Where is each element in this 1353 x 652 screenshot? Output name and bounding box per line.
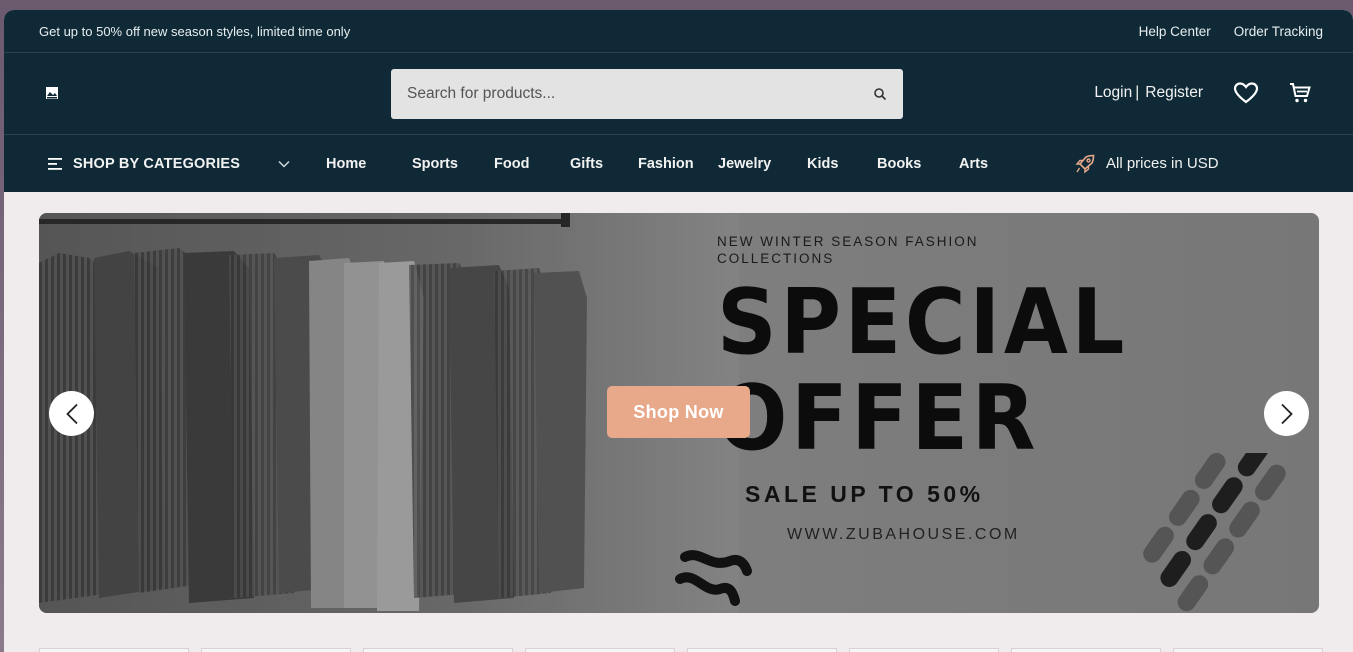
categories-label: SHOP BY CATEGORIES <box>73 155 241 172</box>
register-link[interactable]: Register <box>1145 84 1203 102</box>
banner-website: WWW.ZUBAHOUSE.COM <box>787 526 1020 543</box>
categories-dropdown[interactable]: SHOP BY CATEGORIES <box>48 135 290 192</box>
shop-now-button[interactable]: Shop Now <box>607 386 750 438</box>
chevron-down-icon <box>278 160 290 168</box>
promo-text: Get up to 50% off new season styles, lim… <box>39 23 351 39</box>
nav-links: Home Sports Food Gifts Fashion Jewelry K… <box>326 135 988 192</box>
login-link[interactable]: Login <box>1094 84 1132 102</box>
separator: | <box>1135 84 1140 101</box>
prices-text: All prices in USD <box>1106 155 1219 172</box>
nav-jewelry[interactable]: Jewelry <box>718 156 807 172</box>
search-bar <box>391 69 903 119</box>
browser-window: Get up to 50% off new season styles, lim… <box>4 10 1353 652</box>
category-card[interactable] <box>201 648 351 652</box>
carousel-prev-button[interactable] <box>49 391 94 436</box>
banner-headline-2: OFFER <box>717 366 1040 471</box>
chevron-left-icon <box>65 403 78 424</box>
banner-headline-1: SPECIAL <box>717 270 1129 375</box>
search-input[interactable] <box>407 85 873 103</box>
nav-books[interactable]: Books <box>877 156 959 172</box>
category-cards-peek <box>39 648 1323 652</box>
banner-copy: NEW WINTER SEASON FASHION COLLECTIONS SP… <box>717 233 1164 544</box>
currency-note: All prices in USD <box>1075 135 1219 192</box>
category-card[interactable] <box>1011 648 1161 652</box>
squiggle-decoration <box>675 550 752 606</box>
order-tracking-link[interactable]: Order Tracking <box>1234 24 1323 39</box>
carousel-next-button[interactable] <box>1264 391 1309 436</box>
nav-home[interactable]: Home <box>326 156 412 172</box>
nav-kids[interactable]: Kids <box>807 156 877 172</box>
banner-sale: SALE UP TO 50% <box>745 481 984 507</box>
cart-icon <box>1290 83 1311 103</box>
chevron-right-icon <box>1280 403 1293 424</box>
pill-pattern-decoration <box>1143 453 1286 612</box>
category-card[interactable] <box>39 648 189 652</box>
category-card[interactable] <box>1173 648 1323 652</box>
topbar-links: Help Center Order Tracking <box>1139 24 1323 39</box>
wishlist-button[interactable] <box>1233 80 1259 106</box>
nav-arts[interactable]: Arts <box>959 156 988 172</box>
category-card[interactable] <box>687 648 837 652</box>
help-center-link[interactable]: Help Center <box>1139 24 1211 39</box>
nav-sports[interactable]: Sports <box>412 156 494 172</box>
logo-icon[interactable] <box>45 86 59 100</box>
nav-food[interactable]: Food <box>494 156 570 172</box>
nav-fashion[interactable]: Fashion <box>638 156 718 172</box>
category-card[interactable] <box>525 648 675 652</box>
search-icon[interactable] <box>873 87 887 101</box>
promo-bar: Get up to 50% off new season styles, lim… <box>4 10 1353 53</box>
main-nav: SHOP BY CATEGORIES Home Sports Food Gift… <box>4 135 1353 192</box>
heart-icon <box>1233 82 1259 104</box>
hero-banner: NEW WINTER SEASON FASHION COLLECTIONS SP… <box>39 213 1319 613</box>
site-header: Login | Register <box>4 53 1353 135</box>
banner-kicker: NEW WINTER SEASON FASHION COLLECTIONS <box>717 234 979 266</box>
rocket-icon <box>1075 154 1095 174</box>
menu-icon <box>48 157 62 170</box>
category-card[interactable] <box>849 648 999 652</box>
cart-button[interactable] <box>1287 80 1313 106</box>
nav-gifts[interactable]: Gifts <box>570 156 638 172</box>
account-area: Login | Register <box>1094 80 1313 106</box>
category-card[interactable] <box>363 648 513 652</box>
